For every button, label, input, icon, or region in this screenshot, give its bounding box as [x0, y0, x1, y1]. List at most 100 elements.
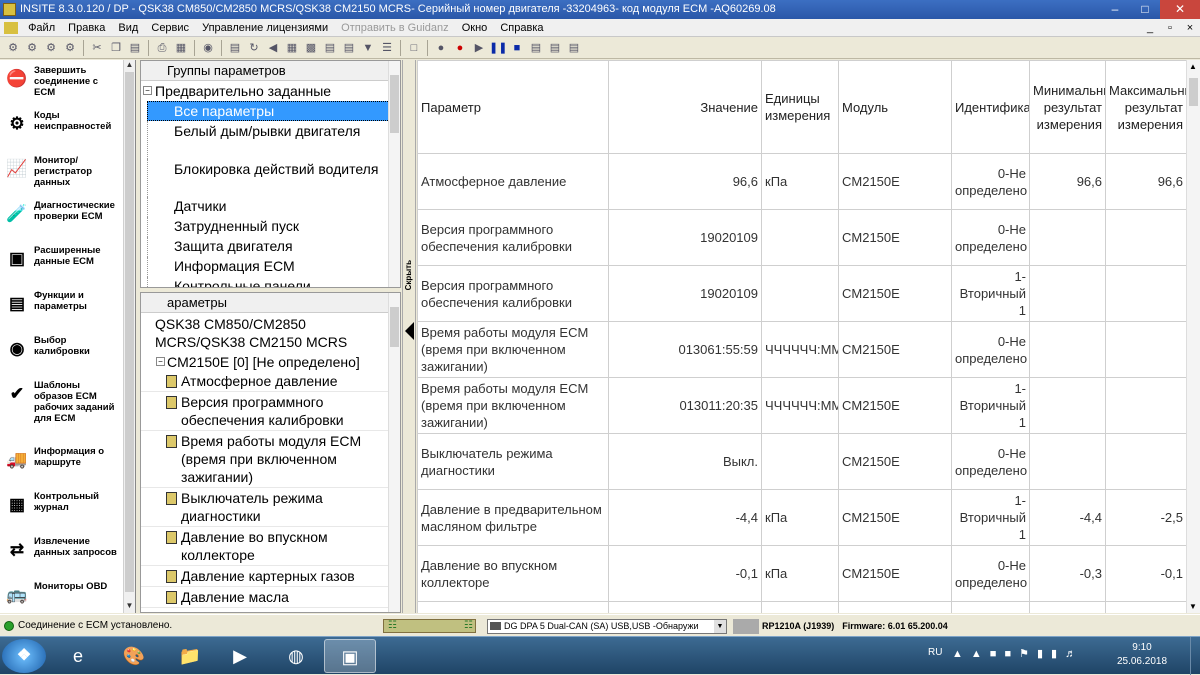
nav-diagnostic-tests[interactable]: 🧪 Диагностические проверки ECM: [0, 195, 135, 240]
table-row[interactable]: Атмосферное давление 96,6 кПа CM2150E 0-Не о…: [417, 153, 1187, 210]
nav-trip-info[interactable]: 🚚 Информация о маршруте: [0, 441, 135, 486]
tray-arrow-icon[interactable]: ▲: [952, 648, 971, 660]
print-icon[interactable]: ⎙: [153, 39, 171, 57]
col-header-max[interactable]: Максимальный результат измерения: [1105, 60, 1187, 154]
cut-icon[interactable]: ✂: [88, 39, 106, 57]
col-header-module[interactable]: Модуль: [838, 60, 952, 154]
insite-icon[interactable]: ▣: [324, 639, 376, 673]
group-item-driver-lockout[interactable]: Блокировка действий водителя: [147, 159, 400, 197]
menu-edit[interactable]: Правка: [63, 19, 110, 37]
minimize-button[interactable]: –: [1100, 0, 1130, 19]
table-row[interactable]: Время работы модуля ECM (время при включ…: [417, 377, 1187, 434]
table-row[interactable]: Время работы модуля ECM (время при включ…: [417, 321, 1187, 378]
mdi-restore-button[interactable]: ▫: [1160, 19, 1180, 37]
menu-tools[interactable]: Сервис: [146, 19, 194, 37]
group-item-hard-start[interactable]: Затрудненный пуск: [147, 217, 400, 237]
nav-obd-monitors[interactable]: 🚌 Мониторы OBD: [0, 576, 135, 613]
refresh-icon[interactable]: ↻: [245, 39, 263, 57]
param-leaf[interactable]: Давление картерных газов: [141, 566, 400, 587]
scroll-thumb[interactable]: [390, 75, 399, 133]
tree-root-predefined[interactable]: − Предварительно заданные: [141, 81, 400, 101]
export-icon[interactable]: ▩: [302, 39, 320, 57]
copy-icon[interactable]: ❐: [107, 39, 125, 57]
collapse-left-arrow-icon[interactable]: [405, 322, 414, 340]
filter-icon[interactable]: ▼: [359, 39, 377, 57]
start-button[interactable]: ❖: [2, 639, 46, 673]
mdi-icon[interactable]: [4, 22, 18, 34]
media-player-icon[interactable]: ▶: [214, 639, 266, 673]
col-header-parameter[interactable]: Параметр: [417, 60, 609, 154]
tray-battery-icon[interactable]: ▮: [1037, 648, 1051, 660]
nav-data-extract[interactable]: ⇄ Извлечение данных запросов: [0, 531, 135, 576]
tray-network-icon[interactable]: ▲: [971, 648, 990, 660]
nav-extended-data[interactable]: ▣ Расширенные данные ECM: [0, 240, 135, 285]
tray-app-icon[interactable]: ■: [990, 648, 1005, 660]
snapshot-icon[interactable]: ▤: [527, 39, 545, 57]
left-nav-scrollbar[interactable]: ▲ ▼: [123, 60, 135, 613]
menu-file[interactable]: Файл: [23, 19, 60, 37]
pause-icon[interactable]: ❚❚: [489, 39, 507, 57]
properties-icon[interactable]: ▤: [226, 39, 244, 57]
toolbar-tools-icon[interactable]: ⚙: [61, 39, 79, 57]
hide-pane-label[interactable]: Скрыть: [404, 260, 415, 290]
menu-send-guidanz[interactable]: Отправить в Guidanz: [336, 19, 453, 37]
report-icon[interactable]: ▤: [321, 39, 339, 57]
tree-engine-node[interactable]: QSK38 CM850/CM2850 MCRS/QSK38 CM2150 MCR…: [141, 313, 400, 351]
scroll-down-arrow-icon[interactable]: ▼: [124, 601, 135, 613]
scroll-up-arrow-icon[interactable]: ▲: [124, 60, 135, 72]
toolbar-disconnect-icon[interactable]: ⚙: [23, 39, 41, 57]
tray-flag-icon[interactable]: ⚑: [1019, 648, 1037, 660]
tray-signal-icon[interactable]: ▮: [1051, 648, 1065, 660]
nav-disconnect-ecm[interactable]: ⛔ Завершить соединение с ECM: [0, 60, 135, 105]
chevron-down-icon[interactable]: ▼: [714, 620, 726, 633]
paint-icon[interactable]: 🎨: [108, 639, 160, 673]
groups-scrollbar[interactable]: [388, 61, 400, 287]
grid-scrollbar[interactable]: ▲ ▼: [1186, 60, 1200, 613]
record-icon[interactable]: ●: [451, 39, 469, 57]
table-row[interactable]: Давление картерных газов0,1кПаCM2150E0-Н…: [417, 601, 1187, 613]
print-preview-icon[interactable]: ▦: [172, 39, 190, 57]
param-leaf[interactable]: Давление масла: [141, 587, 400, 608]
toolbar-settings-icon[interactable]: ⚙: [42, 39, 60, 57]
group-item-engine-protection[interactable]: Защита двигателя: [147, 237, 400, 257]
nav-data-monitor[interactable]: 📈 Монитор/регистратор данных: [0, 150, 135, 195]
nav-audit-log[interactable]: ▦ Контрольный журнал: [0, 486, 135, 531]
param-leaf[interactable]: Версия программного обеспечения калибров…: [141, 392, 400, 431]
nav-fault-codes[interactable]: ⚙ Коды неисправностей: [0, 105, 135, 150]
scroll-thumb[interactable]: [125, 72, 134, 592]
tree-module-node[interactable]: − CM2150E [0] [Не определено]: [141, 351, 400, 371]
close-button[interactable]: ✕: [1160, 0, 1200, 19]
param-leaf[interactable]: Давление во впускном коллекторе: [141, 527, 400, 566]
table-row[interactable]: Давление в предварительном масляном филь…: [417, 489, 1187, 546]
list-icon[interactable]: ☰: [378, 39, 396, 57]
page-icon[interactable]: □: [405, 39, 423, 57]
col-header-value[interactable]: Значение: [608, 60, 762, 154]
document-icon[interactable]: ▤: [340, 39, 358, 57]
col-header-unit[interactable]: Единицы измерения: [761, 60, 839, 154]
group-item-sensors[interactable]: Датчики: [147, 197, 400, 217]
show-desktop-button[interactable]: [1190, 637, 1200, 675]
nav-templates[interactable]: ✔ Шаблоны образов ECM рабочих заданий для…: [0, 375, 135, 441]
scroll-up-arrow-icon[interactable]: ▲: [1189, 62, 1197, 71]
toolbar-connect-icon[interactable]: ⚙: [4, 39, 22, 57]
group-item-white-smoke[interactable]: Белый дым/рывки двигателя: [147, 121, 400, 159]
maximize-button[interactable]: □: [1130, 0, 1160, 19]
group-item-ecm-info[interactable]: Информация ECM: [147, 257, 400, 277]
menu-help[interactable]: Справка: [495, 19, 548, 37]
table-row[interactable]: Версия программного обеспечения калибров…: [417, 209, 1187, 266]
menu-view[interactable]: Вид: [113, 19, 143, 37]
param-leaf[interactable]: Атмосферное давление: [141, 371, 400, 392]
scroll-down-arrow-icon[interactable]: ▼: [1189, 602, 1197, 611]
nav-features-params[interactable]: ▤ Функции и параметры: [0, 285, 135, 330]
paste-icon[interactable]: ▤: [126, 39, 144, 57]
group-item-control-panels[interactable]: Контрольные панели: [147, 277, 400, 287]
clear-icon[interactable]: ▤: [565, 39, 583, 57]
param-leaf[interactable]: Выключатель режима диагностики: [141, 488, 400, 527]
scroll-thumb[interactable]: [390, 307, 399, 347]
parameters-scrollbar[interactable]: [388, 293, 400, 612]
pane-splitter[interactable]: Скрыть: [402, 60, 416, 613]
col-header-min[interactable]: Минимальный результат измерения: [1029, 60, 1106, 154]
collapse-icon[interactable]: −: [156, 357, 165, 366]
save-icon[interactable]: ▦: [283, 39, 301, 57]
explorer-icon[interactable]: 📁: [164, 639, 216, 673]
